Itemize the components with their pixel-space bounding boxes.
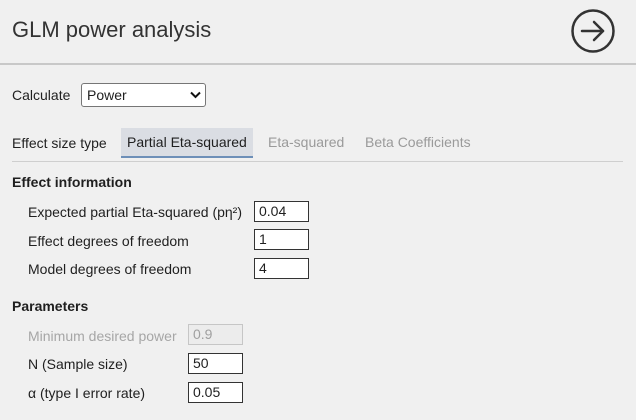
tab-partial-eta-squared[interactable]: Partial Eta-squared [121,128,253,158]
parameters-title: Parameters [12,298,89,314]
alpha-label: α (type I error rate) [28,385,146,401]
header: GLM power analysis [0,0,636,65]
effect-information-title: Effect information [12,174,132,190]
effect-df-input[interactable]: 1 [254,229,309,250]
calculate-select-value: Power [87,87,127,103]
calculate-label: Calculate [12,87,71,103]
tabs-divider [12,161,623,162]
model-df-label: Model degrees of freedom [28,261,192,277]
page-title: GLM power analysis [12,17,212,42]
expected-partial-eta-squared-input[interactable]: 0.04 [254,201,309,222]
alpha-input[interactable]: 0.05 [188,382,243,403]
run-analysis-button[interactable] [571,9,615,53]
tab-beta-coefficients[interactable]: Beta Coefficients [365,128,471,158]
chevron-down-icon [190,91,201,99]
minimum-desired-power-label: Minimum desired power [28,328,177,344]
tab-eta-squared[interactable]: Eta-squared [268,128,344,158]
minimum-desired-power-input: 0.9 [188,324,243,345]
model-df-input[interactable]: 4 [254,258,309,279]
sample-size-input[interactable]: 50 [188,353,243,374]
effect-df-label: Effect degrees of freedom [28,233,189,249]
expected-partial-eta-squared-label: Expected partial Eta-squared (pη²) [28,204,242,220]
calculate-select[interactable]: Power [81,83,206,107]
effect-size-type-label: Effect size type [12,135,107,151]
sample-size-label: N (Sample size) [28,356,128,372]
arrow-right-circle-icon [571,9,615,53]
